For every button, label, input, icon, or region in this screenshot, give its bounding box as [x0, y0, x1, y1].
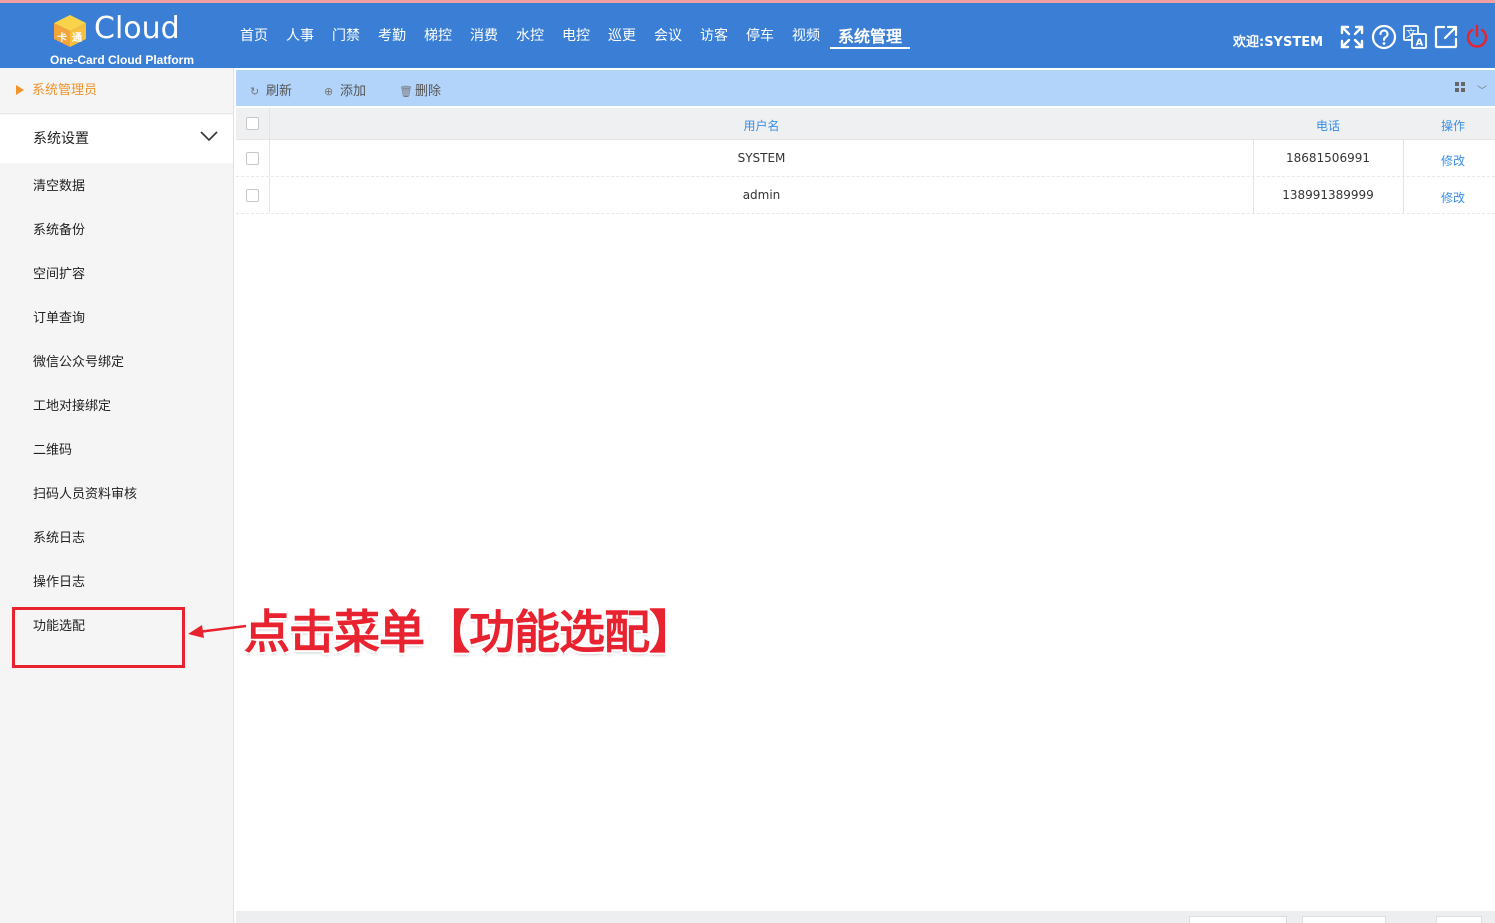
- nav-patrol[interactable]: 巡更: [600, 21, 644, 51]
- nav-system-management[interactable]: 系统管理: [830, 19, 911, 49]
- nav-elevator[interactable]: 梯控: [416, 21, 460, 51]
- nav-video[interactable]: 视频: [784, 21, 828, 51]
- annotation-highlight-box: [12, 607, 185, 668]
- nav-attendance[interactable]: 考勤: [370, 21, 414, 51]
- logo-cube-icon: 卡 通: [54, 15, 86, 47]
- column-header-username[interactable]: 用户名: [270, 117, 1253, 134]
- chevron-down-icon[interactable]: ﹀: [1477, 82, 1487, 97]
- nav-consumption[interactable]: 消费: [462, 21, 506, 51]
- external-link-icon[interactable]: [1433, 24, 1459, 50]
- sidebar-item-system-backup[interactable]: 系统备份: [0, 209, 233, 253]
- pagination-control[interactable]: [1302, 916, 1386, 923]
- welcome-text: 欢迎:SYSTEM: [1233, 35, 1324, 50]
- nav-electric[interactable]: 电控: [554, 21, 598, 51]
- sidebar-item-order-query[interactable]: 订单查询: [0, 297, 233, 341]
- sidebar-menu: 清空数据 系统备份 空间扩容 订单查询 微信公众号绑定 工地对接绑定 二维码 扫…: [0, 165, 233, 649]
- refresh-button[interactable]: ↻ 刷新: [250, 80, 292, 99]
- row-checkbox[interactable]: [246, 189, 259, 202]
- sidebar-user-label: 系统管理员: [32, 83, 98, 98]
- select-all-checkbox[interactable]: [246, 117, 259, 130]
- fullscreen-icon[interactable]: [1339, 24, 1365, 50]
- logo-text: Cloud: [94, 11, 180, 46]
- refresh-icon: ↻: [250, 85, 260, 98]
- nav-home[interactable]: 首页: [232, 21, 276, 51]
- chevron-down-icon: [200, 131, 218, 142]
- nav-water[interactable]: 水控: [508, 21, 552, 51]
- users-table: 用户名 电话 操作 SYSTEM 18681506991 修改 admin 13…: [236, 108, 1495, 214]
- add-label: 添加: [340, 84, 367, 99]
- sidebar-group-system-settings[interactable]: 系统设置: [0, 115, 233, 163]
- annotation-text: 点击菜单【功能选配】: [244, 605, 695, 659]
- sidebar-item-scan-review[interactable]: 扫码人员资料审核: [0, 473, 233, 517]
- cell-username: SYSTEM: [737, 151, 786, 165]
- pagination-control[interactable]: [1189, 916, 1287, 923]
- edit-link[interactable]: 修改: [1403, 152, 1495, 169]
- plus-circle-icon: ⊕: [324, 85, 334, 98]
- delete-button[interactable]: 🗑 删除: [399, 80, 441, 99]
- triangle-right-icon: [16, 84, 24, 95]
- column-header-action: 操作: [1440, 119, 1465, 133]
- top-navbar: 卡 通 Cloud One-Card Cloud Platform 首页 人事 …: [0, 0, 1495, 68]
- sidebar-group-label: 系统设置: [33, 131, 89, 147]
- sidebar-item-wechat-binding[interactable]: 微信公众号绑定: [0, 341, 233, 385]
- sidebar-item-operation-log[interactable]: 操作日志: [0, 561, 233, 605]
- add-button[interactable]: ⊕ 添加: [324, 80, 366, 99]
- delete-label: 删除: [415, 84, 442, 99]
- table-row[interactable]: admin 138991389999 修改: [236, 177, 1495, 214]
- translate-icon[interactable]: 文 A: [1402, 24, 1428, 50]
- pagination-bar: [236, 911, 1495, 923]
- sidebar-item-qr-code[interactable]: 二维码: [0, 429, 233, 473]
- cell-phone: 138991389999: [1282, 188, 1374, 202]
- toolbar: ↻ 刷新 ⊕ 添加 🗑 删除 ﹀: [236, 70, 1495, 106]
- nav-access-control[interactable]: 门禁: [324, 21, 368, 51]
- logo-subtitle: One-Card Cloud Platform: [49, 53, 194, 67]
- sidebar-user: 系统管理员: [0, 68, 233, 114]
- grid-view-icon[interactable]: [1455, 82, 1465, 92]
- svg-text:A: A: [1416, 38, 1424, 49]
- help-icon[interactable]: [1371, 24, 1397, 50]
- svg-text:通: 通: [72, 32, 82, 44]
- sidebar-item-clear-data[interactable]: 清空数据: [0, 165, 233, 209]
- annotation-arrow-icon: [188, 624, 247, 638]
- column-header-phone[interactable]: 电话: [1253, 117, 1403, 134]
- svg-text:卡: 卡: [57, 31, 67, 44]
- nav-parking[interactable]: 停车: [738, 21, 782, 51]
- refresh-label: 刷新: [266, 84, 293, 99]
- cell-phone: 18681506991: [1286, 151, 1370, 165]
- cell-username: admin: [742, 188, 781, 202]
- sidebar-item-system-log[interactable]: 系统日志: [0, 517, 233, 561]
- nav-meeting[interactable]: 会议: [646, 21, 690, 51]
- power-icon[interactable]: [1464, 24, 1490, 50]
- sidebar-item-site-docking[interactable]: 工地对接绑定: [0, 385, 233, 429]
- table-row[interactable]: SYSTEM 18681506991 修改: [236, 140, 1495, 177]
- sidebar-item-space-expansion[interactable]: 空间扩容: [0, 253, 233, 297]
- edit-link[interactable]: 修改: [1403, 189, 1495, 206]
- nav-visitor[interactable]: 访客: [692, 21, 736, 51]
- sidebar: 系统管理员 系统设置 清空数据 系统备份 空间扩容 订单查询 微信公众号绑定 工…: [0, 68, 234, 923]
- trash-icon: 🗑: [399, 85, 413, 98]
- pagination-control[interactable]: [1436, 916, 1482, 923]
- row-checkbox[interactable]: [246, 152, 259, 165]
- logo: 卡 通 Cloud One-Card Cloud Platform: [50, 9, 212, 69]
- table-header: 用户名 电话 操作: [236, 108, 1495, 140]
- main-nav: 首页 人事 门禁 考勤 梯控 消费 水控 电控 巡更 会议 访客 停车 视频 系…: [232, 21, 912, 51]
- nav-personnel[interactable]: 人事: [278, 21, 322, 51]
